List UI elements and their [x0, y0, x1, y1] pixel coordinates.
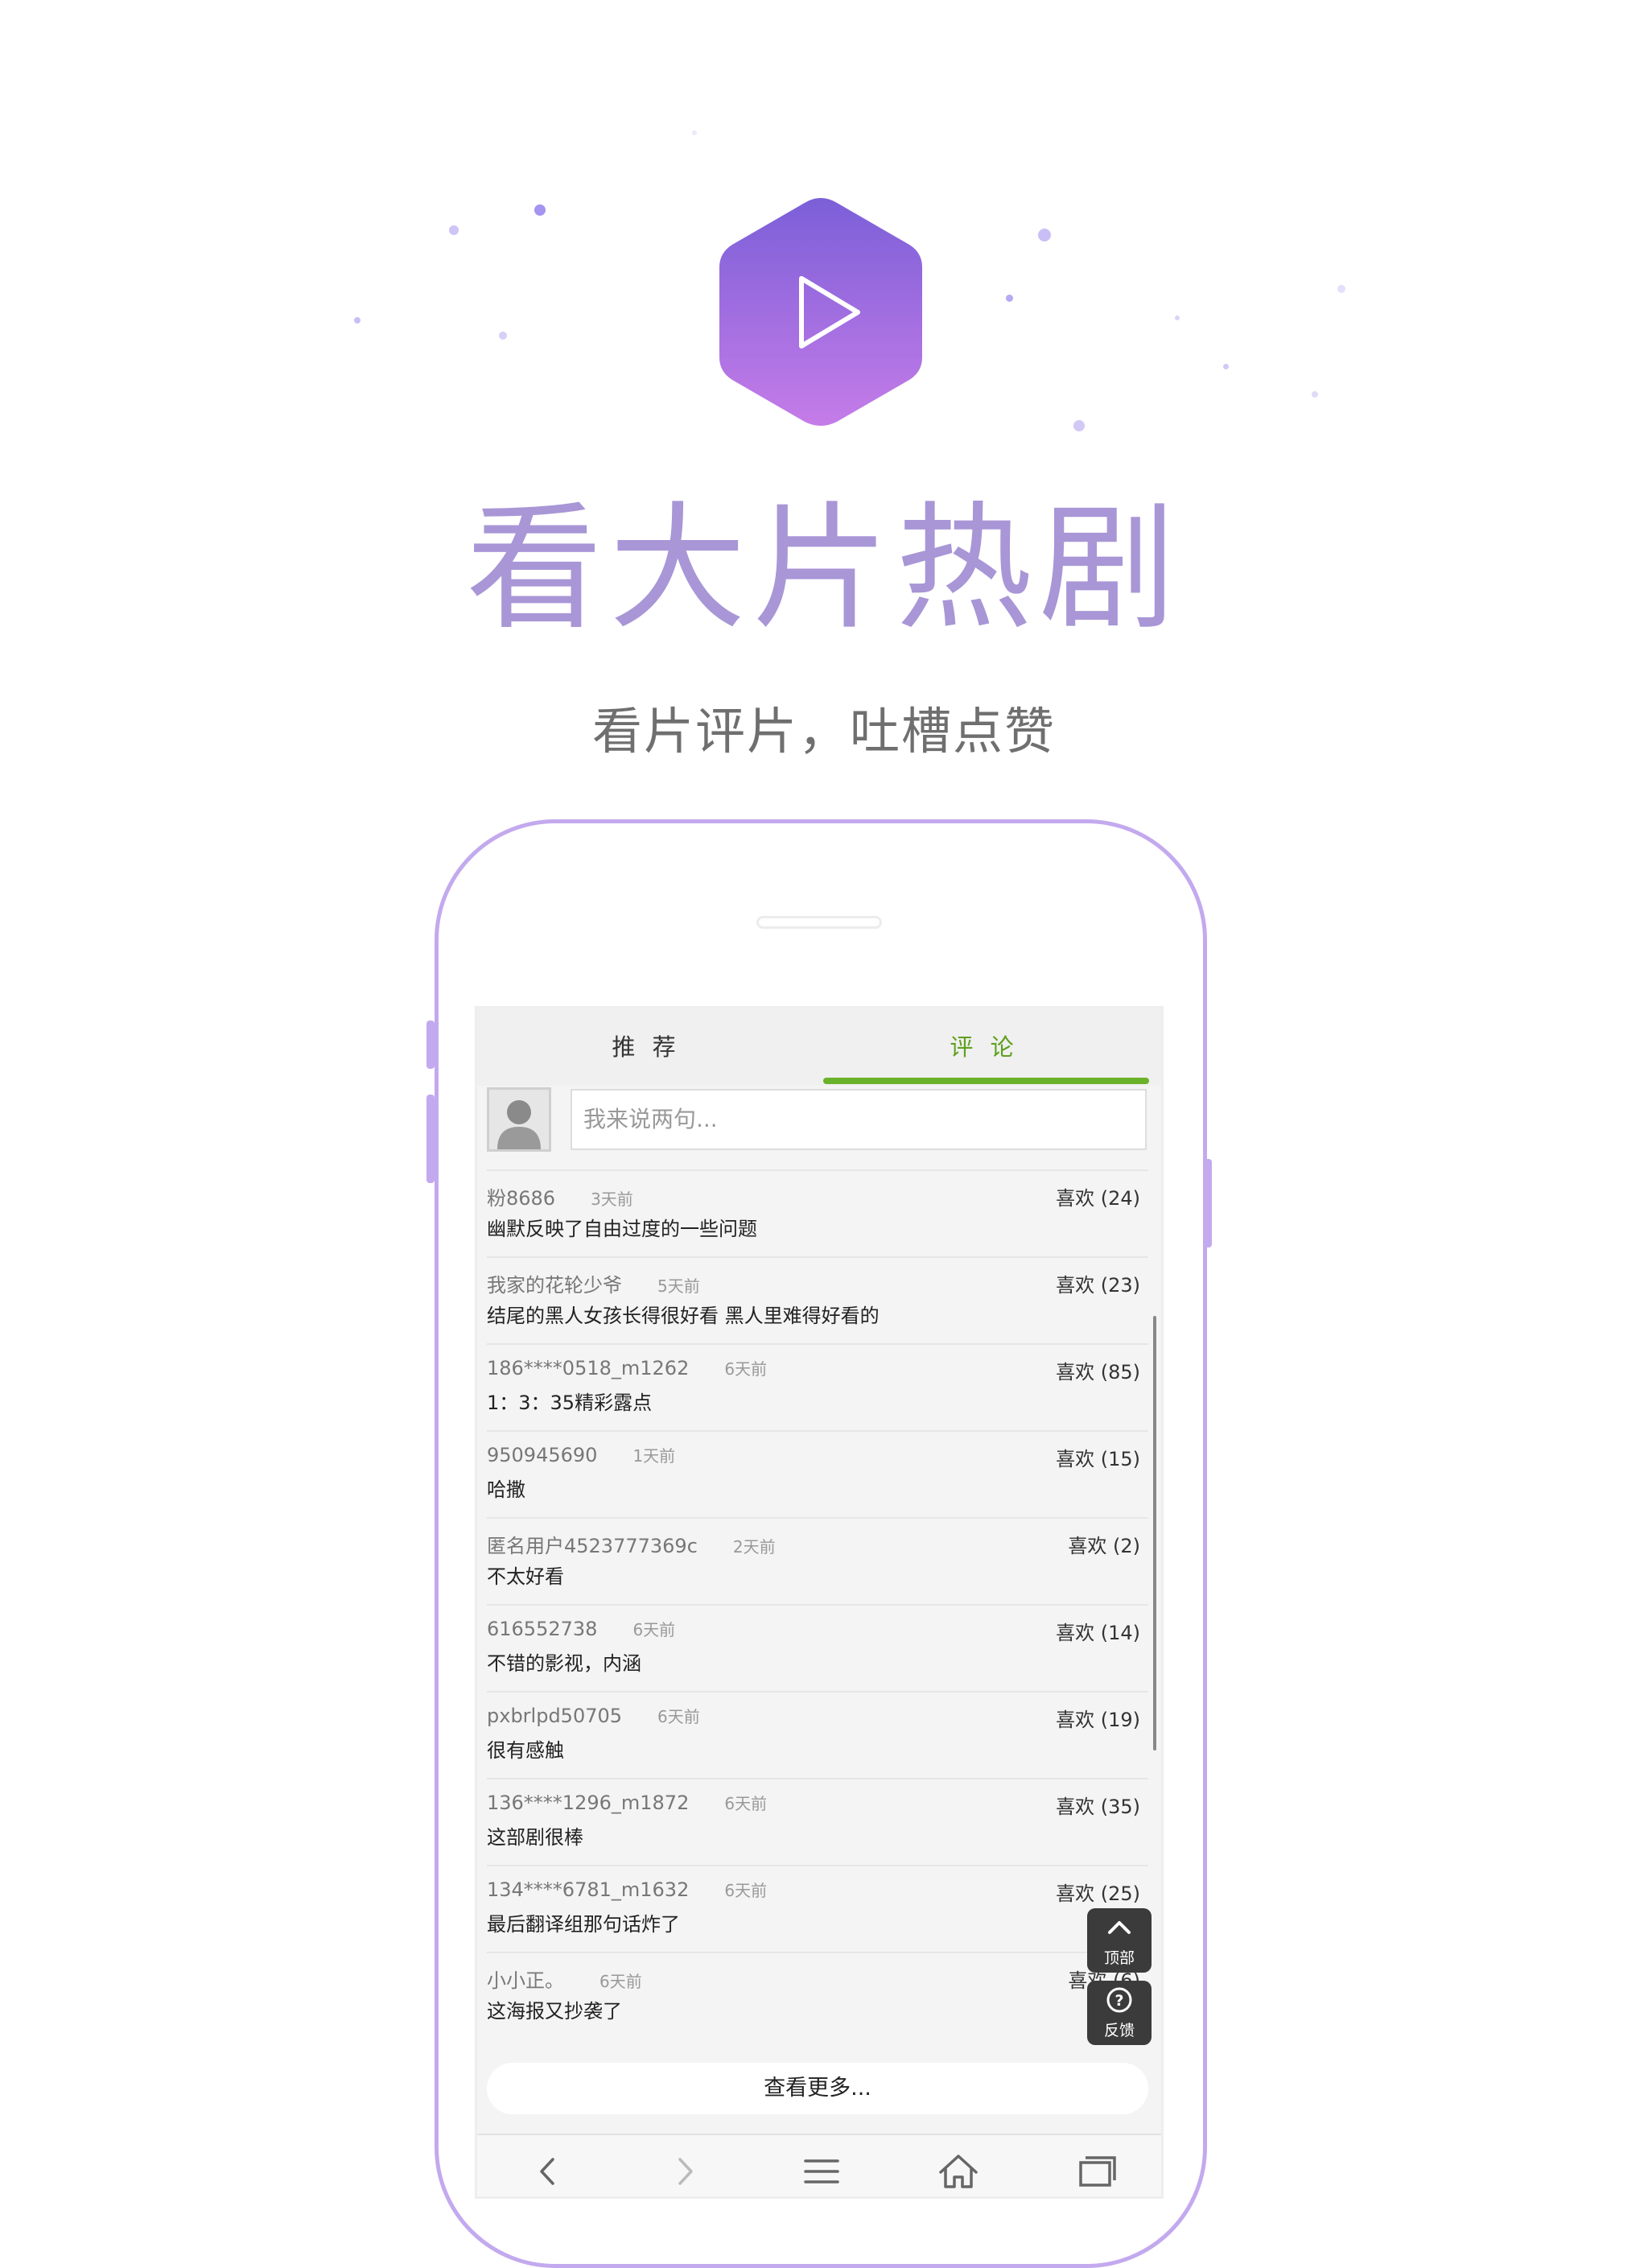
decorative-dot	[1312, 391, 1318, 398]
phone-side-button	[1204, 1159, 1212, 1247]
comment-text: 结尾的黑人女孩长得很好看 黑人里难得好看的	[487, 1305, 880, 1327]
like-button[interactable]: 喜欢 (19)	[1056, 1704, 1140, 1732]
comment-time: 6天前	[724, 1881, 768, 1900]
comment-text: 很有感触	[487, 1739, 564, 1762]
comment-text: 不错的影视，内涵	[487, 1652, 641, 1675]
list-item: 186****0518_m1262 6天前 喜欢 (85) 1：3：35精彩露点	[487, 1343, 1148, 1430]
list-item: 粉8686 3天前 喜欢 (24) 幽默反映了自由过度的一些问题	[487, 1169, 1148, 1256]
comment-time: 6天前	[724, 1794, 768, 1813]
list-item: pxbrlpd50705 6天前 喜欢 (19) 很有感触	[487, 1691, 1148, 1778]
like-button[interactable]: 喜欢 (25)	[1056, 1878, 1140, 1906]
tab-bar: 推 荐 评 论	[477, 1008, 1161, 1086]
menu-icon[interactable]	[789, 2143, 854, 2199]
bottom-nav	[477, 2134, 1161, 2199]
user-avatar-icon	[497, 1100, 541, 1149]
comment-text: 幽默反映了自由过度的一些问题	[487, 1218, 757, 1240]
like-button[interactable]: 喜欢 (85)	[1056, 1356, 1140, 1384]
comment-text: 哈撒	[487, 1478, 525, 1501]
scrollbar[interactable]	[1153, 1316, 1156, 1750]
tab-comments[interactable]: 评 论	[815, 1008, 1153, 1086]
phone-side-button	[426, 1095, 435, 1183]
comment-time: 6天前	[599, 1972, 642, 1991]
comment-time: 6天前	[632, 1620, 676, 1639]
decorative-dot	[1038, 229, 1051, 241]
tabs-icon[interactable]	[1063, 2143, 1127, 2199]
phone-side-button	[426, 1021, 435, 1069]
list-item: 950945690 1天前 喜欢 (15) 哈撒	[487, 1430, 1148, 1517]
comment-user[interactable]: 粉8686 3天前	[487, 1182, 633, 1210]
like-button[interactable]: 喜欢 (15)	[1056, 1443, 1140, 1471]
load-more-button[interactable]: 查看更多...	[487, 2063, 1148, 2114]
tagline: 看片评片，吐槽点赞	[591, 702, 1056, 761]
decorative-dot	[1073, 420, 1085, 431]
comment-user[interactable]: 186****0518_m1262 6天前	[487, 1356, 767, 1379]
list-item: 616552738 6天前 喜欢 (14) 不错的影视，内涵	[487, 1604, 1148, 1691]
like-button[interactable]: 喜欢 (35)	[1056, 1791, 1140, 1819]
comment-time: 2天前	[732, 1537, 776, 1557]
decorative-dot	[1223, 364, 1229, 369]
like-button[interactable]: 喜欢 (24)	[1056, 1182, 1140, 1210]
comment-user[interactable]: 小小正。 6天前	[487, 1965, 642, 1993]
comment-user[interactable]: 我家的花轮少爷 5天前	[487, 1269, 700, 1297]
comment-text: 这海报又抄袭了	[487, 2000, 622, 2023]
comment-time: 6天前	[724, 1359, 768, 1379]
feedback-button[interactable]: ? 反馈	[1087, 1981, 1152, 2045]
forward-icon[interactable]	[653, 2143, 717, 2199]
list-item: 小小正。6天前 喜欢 (6) 这海报又抄袭了	[487, 1952, 1148, 2039]
comment-time: 3天前	[591, 1190, 633, 1209]
decorative-dot	[449, 225, 459, 235]
headline: 看大片热剧	[465, 489, 1182, 649]
comment-user[interactable]: 匿名用户4523777369c 2天前	[487, 1530, 776, 1558]
avatar[interactable]	[487, 1087, 551, 1152]
comment-user[interactable]: 616552738 6天前	[487, 1617, 675, 1640]
home-icon[interactable]	[926, 2143, 991, 2199]
chevron-up-icon	[1108, 1921, 1131, 1934]
back-to-top-label: 顶部	[1103, 1949, 1135, 1967]
comment-user[interactable]: pxbrlpd50705 6天前	[487, 1704, 700, 1727]
comment-time: 6天前	[657, 1707, 700, 1726]
list-item: 134****6781_m1632 6天前 喜欢 (25) 最后翻译组那句话炸了	[487, 1865, 1148, 1952]
phone-speaker	[756, 916, 882, 929]
like-button[interactable]: 喜欢 (14)	[1056, 1617, 1140, 1645]
comment-text: 1：3：35精彩露点	[487, 1392, 653, 1414]
decorative-dot	[534, 204, 546, 216]
comment-input[interactable]: 我来说两句...	[571, 1089, 1147, 1150]
comment-list: 粉8686 3天前 喜欢 (24) 幽默反映了自由过度的一些问题 我家的花轮少爷 5…	[487, 1169, 1148, 2039]
decorative-dot	[1337, 285, 1345, 293]
decorative-dot	[354, 317, 360, 324]
decorative-dot	[692, 130, 697, 135]
list-item: 匿名用户4523777369c 2天前 喜欢 (2) 不太好看	[487, 1517, 1148, 1604]
comment-time: 1天前	[632, 1446, 676, 1466]
like-button[interactable]: 喜欢 (23)	[1056, 1269, 1140, 1297]
decorative-dot	[1006, 295, 1013, 302]
comment-user[interactable]: 136****1296_m1872 6天前	[487, 1791, 767, 1814]
like-button[interactable]: 喜欢 (2)	[1068, 1530, 1140, 1558]
comment-text: 最后翻译组那句话炸了	[487, 1913, 680, 1936]
feedback-label: 反馈	[1103, 2022, 1135, 2039]
decorative-dot	[499, 332, 507, 340]
help-icon: ?	[1106, 1987, 1132, 2013]
comment-user[interactable]: 950945690 1天前	[487, 1443, 675, 1466]
tab-recommend[interactable]: 推 荐	[477, 1008, 815, 1086]
app-logo-play-icon	[719, 198, 922, 426]
comment-time: 5天前	[657, 1276, 700, 1296]
active-tab-indicator	[823, 1078, 1149, 1084]
back-icon[interactable]	[516, 2143, 580, 2199]
list-item: 我家的花轮少爷 5天前 喜欢 (23) 结尾的黑人女孩长得很好看 黑人里难得好看的	[487, 1256, 1148, 1343]
svg-text:?: ?	[1114, 1992, 1123, 2010]
back-to-top-button[interactable]: 顶部	[1087, 1908, 1152, 1973]
comment-text: 这部剧很棒	[487, 1826, 583, 1849]
phone-screen: 推 荐 评 论 我来说两句... 粉8686 3天前 喜欢 (24) 幽默反映了自…	[475, 1006, 1164, 2199]
comment-text: 不太好看	[487, 1565, 564, 1588]
decorative-dot	[1175, 315, 1180, 320]
list-item: 136****1296_m1872 6天前 喜欢 (35) 这部剧很棒	[487, 1778, 1148, 1865]
comment-user[interactable]: 134****6781_m1632 6天前	[487, 1878, 767, 1901]
